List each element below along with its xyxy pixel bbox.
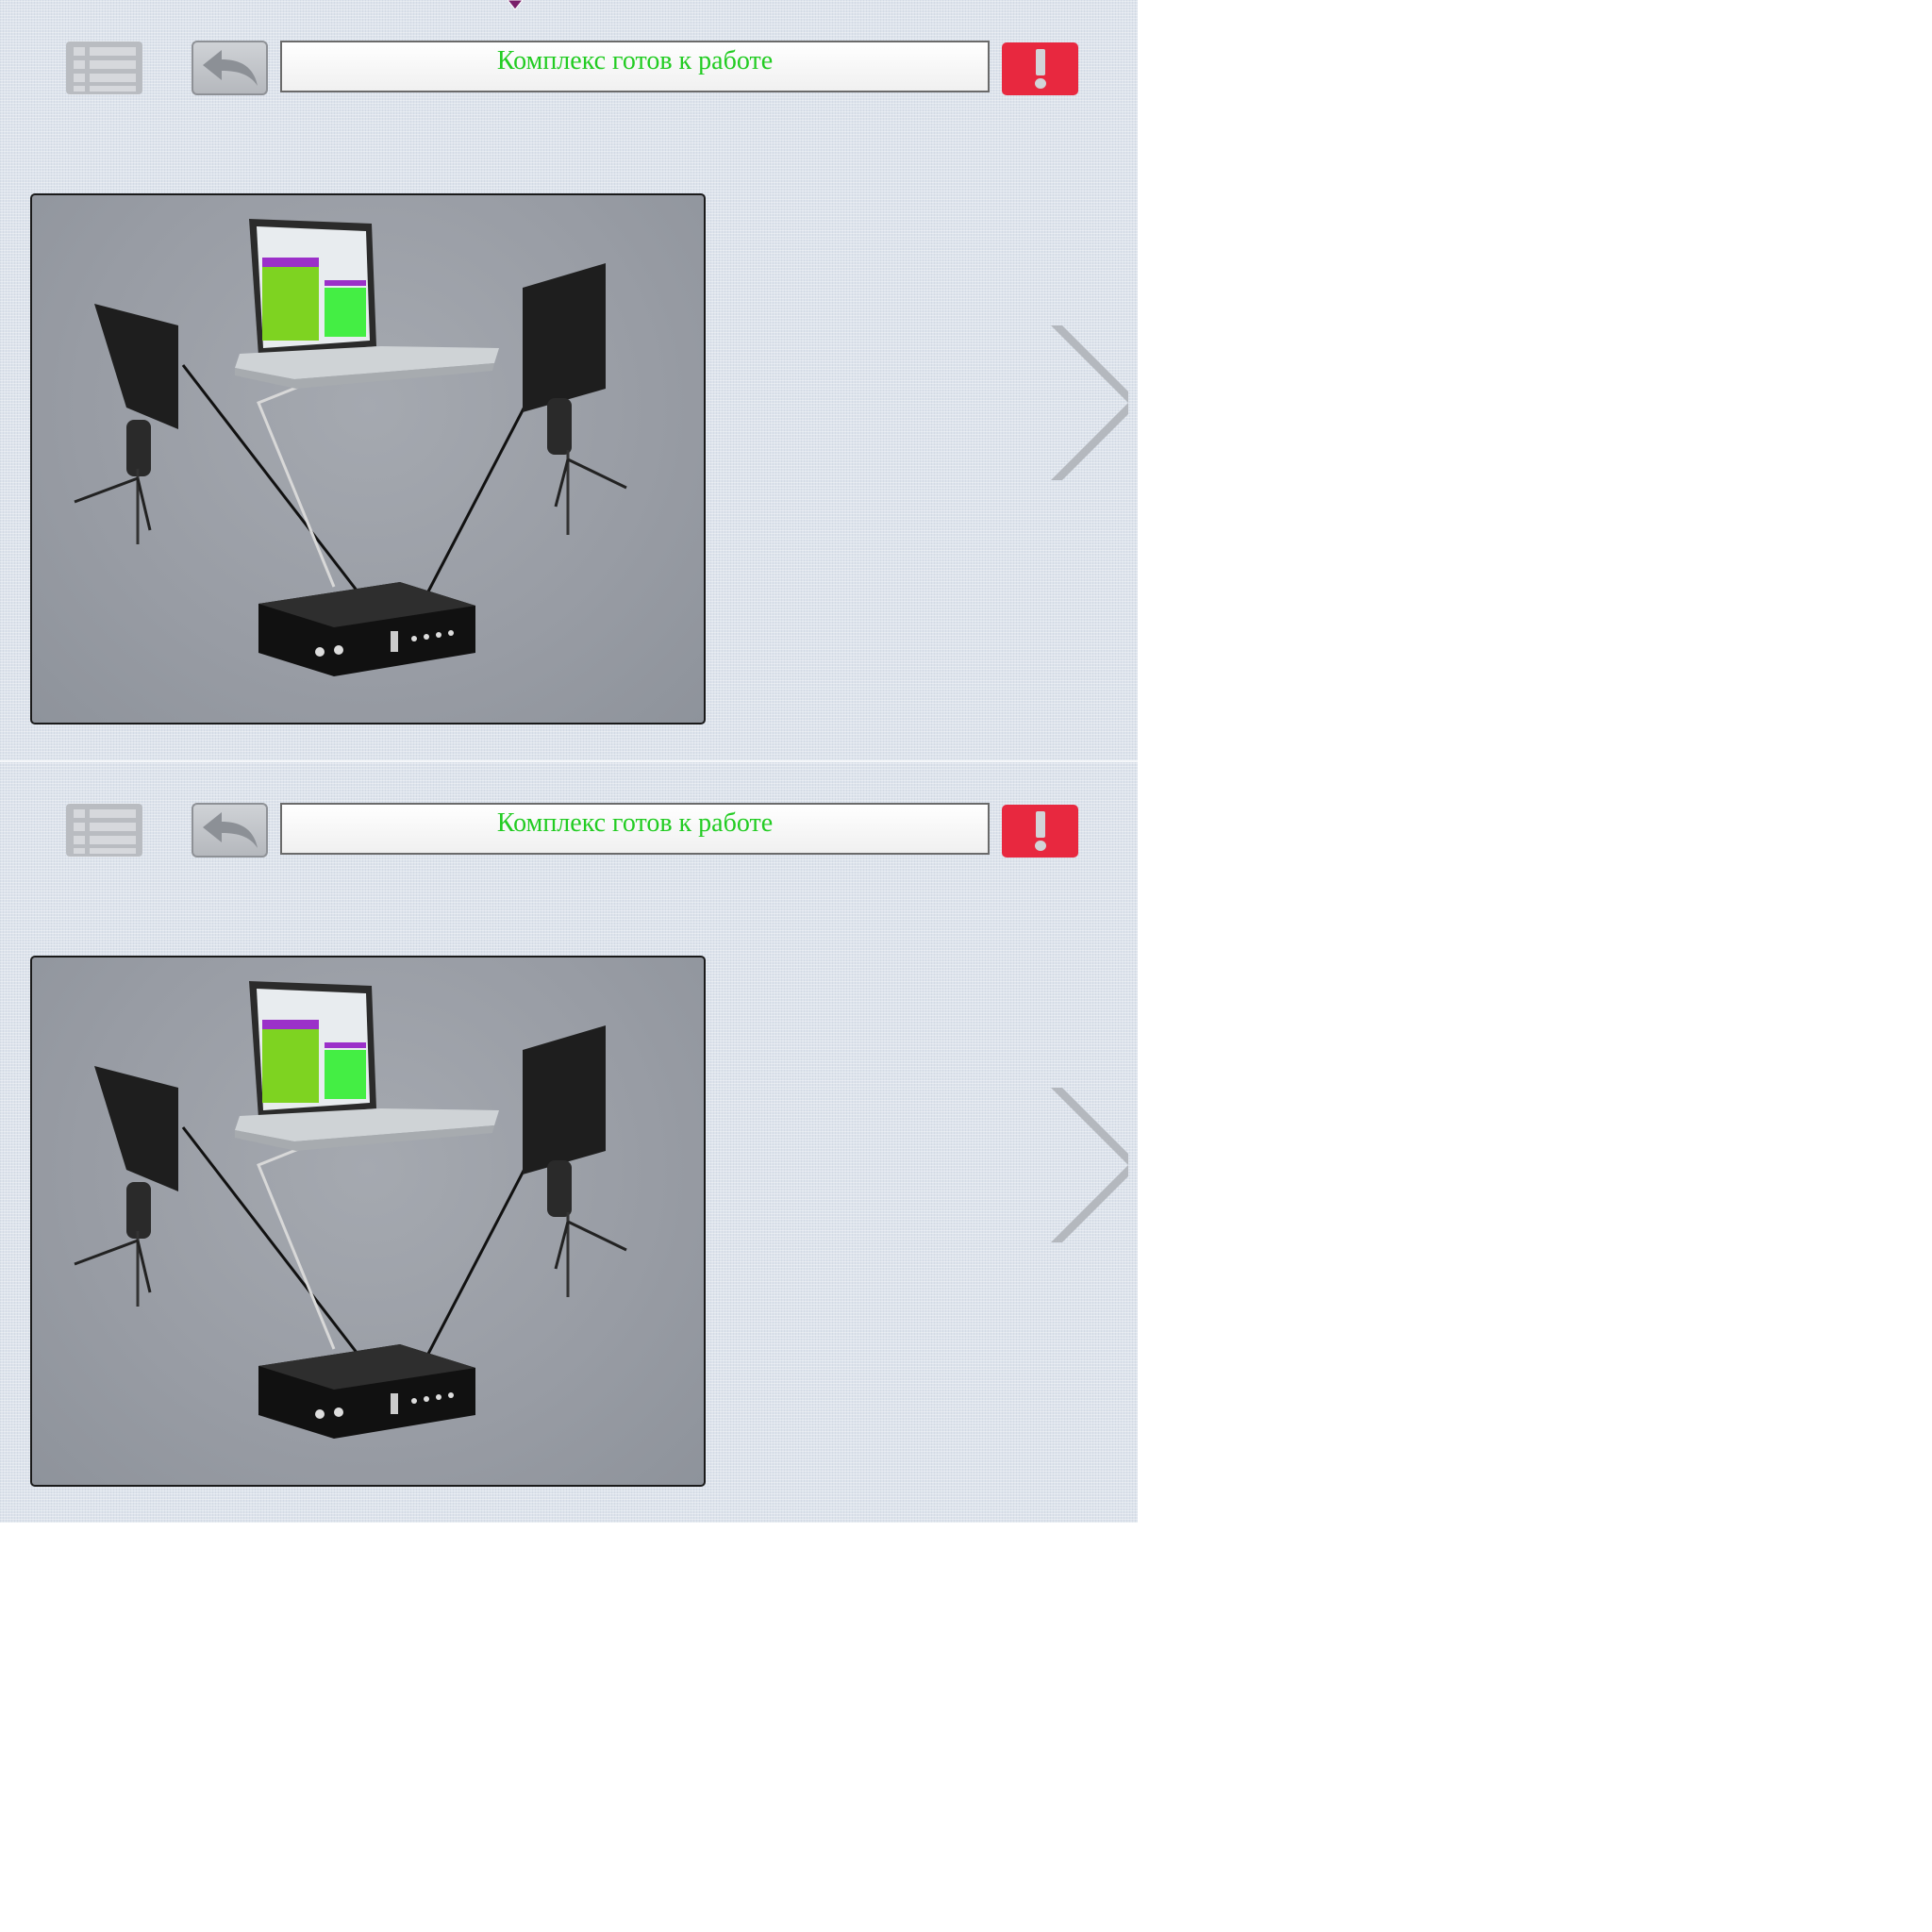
chevron-right-icon[interactable] xyxy=(1049,325,1130,480)
status-display: Комплекс готов к работе xyxy=(280,803,990,855)
equipment-diagram-image xyxy=(30,193,706,724)
undo-arrow-icon xyxy=(203,50,258,86)
status-display: Комплекс готов к работе xyxy=(280,41,990,92)
alert-button[interactable] xyxy=(1002,42,1078,95)
menu-button[interactable] xyxy=(66,42,142,94)
chevron-right-icon[interactable] xyxy=(1049,1088,1130,1242)
alert-button[interactable] xyxy=(1002,805,1078,858)
back-button[interactable] xyxy=(192,41,268,95)
back-button[interactable] xyxy=(192,803,268,858)
mouse-cursor-icon xyxy=(508,0,524,10)
undo-arrow-icon xyxy=(203,812,258,848)
equipment-diagram-image xyxy=(30,956,706,1487)
app-screen-1: Комплекс готов к работе xyxy=(0,0,1138,760)
menu-button[interactable] xyxy=(66,804,142,857)
app-screen-2: Комплекс готов к работе xyxy=(0,762,1138,1523)
